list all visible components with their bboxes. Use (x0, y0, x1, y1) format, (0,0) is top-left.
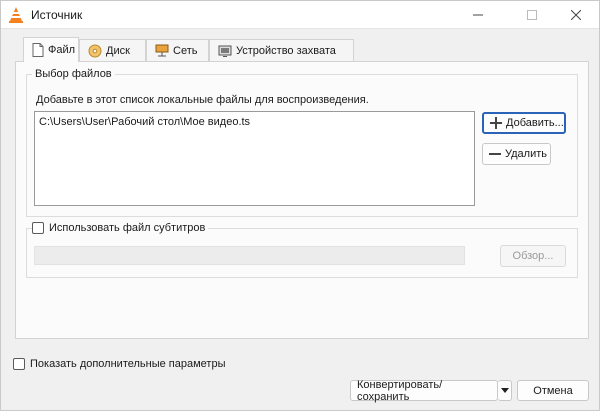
chevron-down-icon (500, 385, 509, 397)
file-selection-hint: Добавьте в этот список локальные файлы д… (36, 94, 369, 106)
open-media-dialog: Источник Файл Диск Сеть Устройство захва… (0, 0, 600, 411)
convert-options-dropdown[interactable] (498, 380, 512, 401)
convert-save-label: Конвертировать/сохранить (357, 378, 443, 403)
remove-file-label: Удалить (505, 148, 547, 160)
checkbox-box[interactable] (13, 358, 25, 370)
tab-capture-device-label: Устройство захвата (236, 44, 336, 57)
list-item[interactable]: C:\Users\User\Рабочий стол\Мое видео.ts (39, 116, 250, 128)
plus-icon (490, 117, 502, 129)
show-advanced-options-label: Показать дополнительные параметры (30, 358, 226, 370)
window-title: Источник (31, 8, 83, 22)
tab-file-label: Файл (48, 44, 76, 56)
add-file-label: Добавить... (506, 117, 564, 129)
file-icon (32, 43, 44, 57)
remove-file-button[interactable]: Удалить (482, 143, 551, 165)
tab-file[interactable]: Файл (23, 37, 79, 62)
file-selection-title: Выбор файлов (32, 68, 115, 80)
network-icon (155, 44, 169, 58)
file-list[interactable]: C:\Users\User\Рабочий стол\Мое видео.ts (34, 111, 475, 206)
browse-subtitles-button: Обзор... (500, 245, 566, 267)
minimize-button[interactable] (455, 1, 501, 29)
vlc-cone-icon (7, 6, 25, 24)
tab-disc[interactable]: Диск (79, 39, 146, 61)
add-file-button[interactable]: Добавить... (482, 112, 566, 134)
tab-disc-label: Диск (106, 44, 130, 57)
convert-save-button[interactable]: Конвертировать/сохранить (350, 378, 498, 403)
disc-icon (88, 44, 102, 58)
close-button[interactable] (553, 1, 599, 29)
minus-icon (489, 148, 501, 160)
use-subtitles-label: Использовать файл субтитров (49, 222, 206, 234)
tab-capture-device[interactable]: Устройство захвата (209, 39, 354, 61)
checkbox-box[interactable] (32, 222, 44, 234)
show-advanced-options-checkbox[interactable]: Показать дополнительные параметры (13, 358, 225, 370)
file-tab-panel: Выбор файлов Добавьте в этот список лока… (15, 61, 589, 339)
browse-label: Обзор... (512, 250, 554, 262)
tab-network-label: Сеть (173, 44, 198, 57)
cancel-button[interactable]: Отмена (517, 380, 589, 401)
tab-network[interactable]: Сеть (146, 39, 209, 61)
cancel-label: Отмена (533, 384, 573, 397)
subtitle-path-input (34, 246, 465, 265)
title-bar: Источник (1, 1, 599, 29)
use-subtitles-checkbox[interactable]: Использовать файл субтитров (32, 222, 209, 234)
capture-device-icon (218, 44, 232, 58)
maximize-button[interactable] (509, 1, 555, 29)
